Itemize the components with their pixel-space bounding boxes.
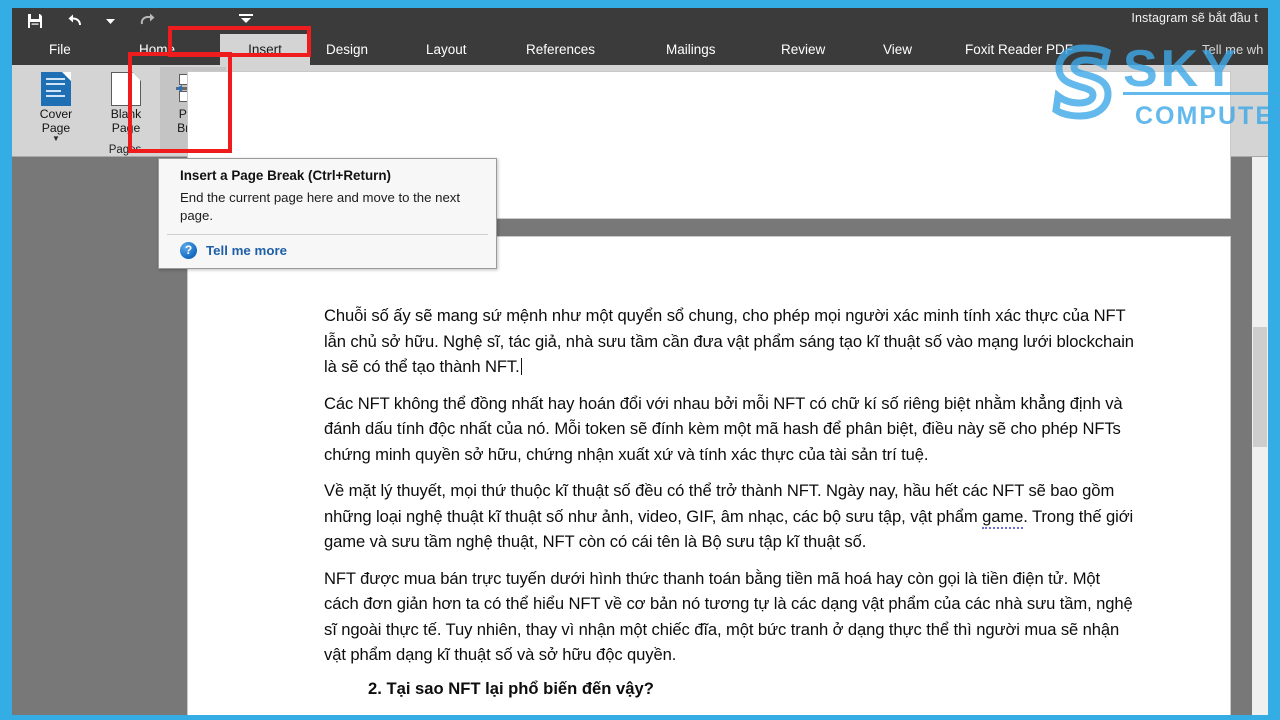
tab-mailings[interactable]: Mailings [657,34,725,65]
tab-layout[interactable]: Layout [417,34,476,65]
redo-icon[interactable] [137,12,155,30]
blank-page-button[interactable]: Blank Page [94,67,158,135]
scrollbar-thumb[interactable] [1253,327,1267,447]
tell-me-more-label: Tell me more [206,243,288,258]
page-break-tooltip: Insert a Page Break (Ctrl+Return) End th… [158,158,497,269]
cover-page-label: Cover Page [39,107,73,135]
title-bar: Instagram sẽ bắt đầu t [12,8,1268,34]
save-icon[interactable] [26,12,44,30]
tab-references[interactable]: References [517,34,604,65]
document-page-current[interactable]: Chuỗi số ấy sẽ mang sứ mệnh như một quyể… [187,236,1231,715]
quick-access-toolbar [26,8,253,34]
undo-icon[interactable] [66,12,84,30]
blank-page-icon [111,70,141,106]
word-application-window: Instagram sẽ bắt đầu t File Home Insert … [12,8,1268,715]
paragraph-2: Các NFT không thể đồng nhất hay hoán đổi… [324,393,1123,464]
blank-page-label: Blank Page [110,107,142,135]
cover-page-icon [41,70,71,106]
help-icon: ? [180,242,197,259]
tab-design[interactable]: Design [317,34,377,65]
misspelled-word: game [982,506,1023,529]
cover-page-button[interactable]: Cover Page ▼ [22,67,90,143]
text-cursor [520,358,522,375]
vertical-scrollbar[interactable] [1252,157,1268,715]
paragraph-4: NFT được mua bán trực tuyến dưới hình th… [324,568,1133,665]
tooltip-body: End the current page here and move to th… [180,190,461,223]
cover-page-caret-icon[interactable]: ▼ [52,135,60,143]
tab-review[interactable]: Review [772,34,834,65]
customize-quick-access-icon[interactable] [239,12,253,30]
undo-dropdown-icon[interactable] [106,12,115,30]
numbered-heading: 2. Tại sao NFT lại phổ biến đến vậy? [368,678,654,698]
tooltip-title: Insert a Page Break (Ctrl+Return) [180,168,391,183]
paragraph-1-text: Chuỗi số ấy sẽ mang sứ mệnh như một quyể… [324,306,1134,376]
paragraph-1: Chuỗi số ấy sẽ mang sứ mệnh như một quyể… [324,303,1134,380]
paragraph-3: Về mặt lý thuyết, mọi thứ thuộc kĩ thuật… [324,478,1134,555]
tab-view[interactable]: View [874,34,921,65]
tell-me-search-box[interactable]: Tell me wh [1202,34,1263,65]
tell-me-more-link[interactable]: ? Tell me more [159,235,496,268]
tab-file[interactable]: File [40,34,80,65]
ribbon-tab-strip: File Home Insert Design Layout Reference… [12,34,1268,65]
tab-foxit-reader-pdf[interactable]: Foxit Reader PDF [956,34,1082,65]
document-title: Instagram sẽ bắt đầu t [1131,11,1258,25]
screenshot-root: Instagram sẽ bắt đầu t File Home Insert … [0,0,1280,720]
tab-home[interactable]: Home [130,34,184,65]
tab-insert[interactable]: Insert [220,34,310,65]
document-text-body[interactable]: Chuỗi số ấy sẽ mang sứ mệnh như một quyể… [324,303,1134,699]
